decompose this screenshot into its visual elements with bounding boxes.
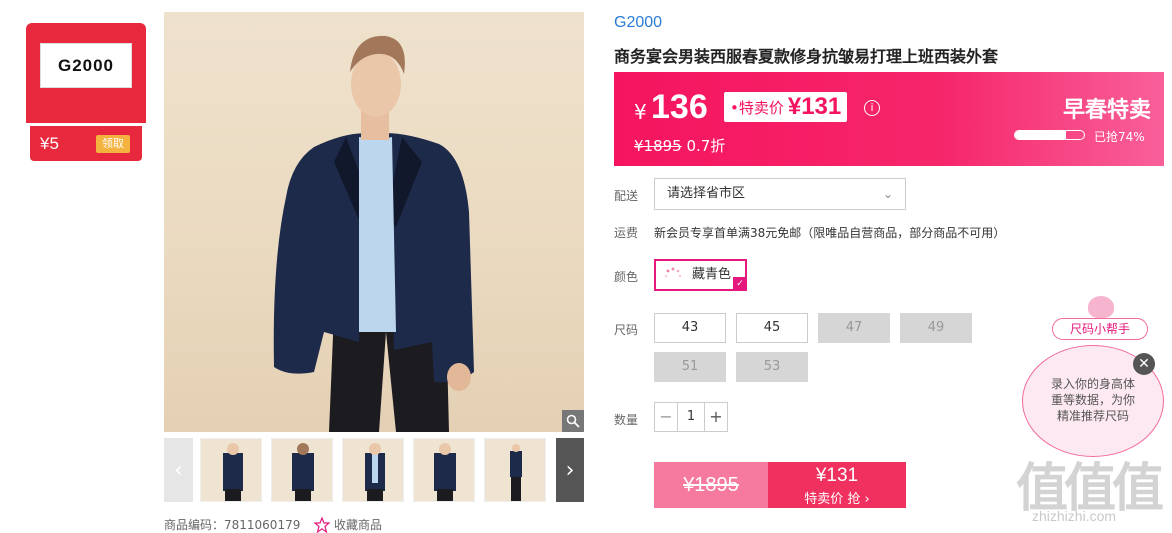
special-price-value: ¥131 bbox=[787, 93, 842, 120]
thumbnail[interactable] bbox=[271, 438, 333, 502]
size-helper-text-line: 精准推荐尺码 bbox=[1056, 409, 1129, 423]
thumbnail-next-button[interactable]: › bbox=[556, 438, 584, 502]
product-code: 商品编码：7811060179 bbox=[164, 518, 301, 532]
thumbnail[interactable] bbox=[484, 438, 546, 502]
color-option-label: 藏青色 bbox=[692, 267, 732, 282]
watermark-url: zhizhizhi.com bbox=[1032, 508, 1117, 524]
chevron-down-icon: ⌄ bbox=[882, 187, 893, 201]
address-placeholder: 请选择省市区 bbox=[667, 186, 746, 201]
thumbnail-image bbox=[365, 443, 385, 501]
original-price: ¥1895 bbox=[634, 137, 682, 155]
thumbnail[interactable] bbox=[413, 438, 475, 502]
buy-label: 特卖价 抢 › bbox=[804, 492, 870, 507]
model-illustration bbox=[273, 35, 474, 432]
size-helper-text-line: 录入你的身高体 bbox=[1050, 377, 1135, 391]
current-price: 136 bbox=[651, 88, 708, 126]
quantity-stepper: − 1 + bbox=[654, 402, 728, 432]
buy-now-button[interactable]: ¥131 特卖价 抢 › bbox=[768, 462, 906, 508]
original-price-line: ¥1895 0.7折 bbox=[634, 135, 725, 156]
size-helper-tag[interactable]: 尺码小帮手 bbox=[1052, 318, 1148, 340]
color-option-selected[interactable]: 藏青色 ✓ bbox=[654, 259, 747, 291]
special-price-label: •特卖价 bbox=[730, 98, 784, 117]
address-select[interactable]: 请选择省市区 ⌄ bbox=[654, 178, 906, 210]
discount-rate: 0.7折 bbox=[686, 137, 726, 155]
zoom-icon[interactable] bbox=[562, 410, 584, 432]
loading-icon bbox=[664, 267, 682, 278]
coupon-header: G2000 bbox=[26, 23, 146, 123]
size-option[interactable]: 45 bbox=[736, 313, 808, 343]
check-icon: ✓ bbox=[733, 277, 747, 291]
coupon-card[interactable]: G2000 ¥5 领取 bbox=[26, 23, 146, 161]
thumbnail-image bbox=[510, 444, 522, 501]
coupon-value: ¥5 bbox=[40, 134, 59, 153]
brand-link[interactable]: G2000 bbox=[614, 14, 662, 32]
main-product-image[interactable] bbox=[164, 12, 584, 432]
thumbnail-image bbox=[223, 443, 243, 501]
original-price-block: ¥1895 bbox=[654, 462, 768, 508]
size-option-disabled: 47 bbox=[818, 313, 890, 343]
coupon-footer: ¥5 领取 bbox=[30, 126, 142, 161]
promo-title: 早春特卖 bbox=[1063, 98, 1152, 123]
size-option-disabled: 49 bbox=[900, 313, 972, 343]
size-label: 尺码 bbox=[614, 323, 639, 337]
product-title: 商务宴会男装西服春夏款修身抗皱易打理上班西装外套 bbox=[614, 47, 999, 66]
thumbnail-image bbox=[434, 443, 456, 501]
size-option-disabled: 53 bbox=[736, 352, 808, 382]
mascot-icon bbox=[1088, 296, 1114, 318]
sold-progress-fill bbox=[1015, 131, 1067, 139]
thumbnail[interactable] bbox=[342, 438, 404, 502]
info-icon[interactable]: i bbox=[864, 100, 880, 116]
price-banner: ¥ 136 •特卖价 ¥131 i ¥1895 0.7折 早春特卖 已抢74% bbox=[614, 72, 1164, 166]
favorite-link[interactable]: 收藏商品 bbox=[314, 516, 382, 533]
size-option[interactable]: 43 bbox=[654, 313, 726, 343]
close-icon[interactable]: ✕ bbox=[1133, 353, 1155, 375]
sold-progress-bar bbox=[1014, 130, 1085, 140]
quantity-plus-button[interactable]: + bbox=[705, 403, 727, 431]
thumbnail-prev-button[interactable]: ‹ bbox=[164, 438, 193, 502]
thumbnail[interactable] bbox=[200, 438, 262, 502]
quantity-label: 数量 bbox=[614, 413, 639, 427]
delivery-label: 配送 bbox=[614, 189, 639, 203]
thumbnail-image bbox=[292, 443, 314, 501]
currency-symbol: ¥ bbox=[634, 100, 647, 124]
sold-percent: 已抢74% bbox=[1094, 130, 1145, 144]
buy-price: ¥131 bbox=[815, 465, 859, 486]
quantity-input[interactable]: 1 bbox=[677, 403, 705, 431]
favorite-label: 收藏商品 bbox=[334, 518, 383, 532]
quantity-minus-button[interactable]: − bbox=[655, 403, 677, 431]
special-price-tag: •特卖价 ¥131 bbox=[724, 92, 848, 122]
shipping-text: 新会员专享首单满38元免邮（限唯品自营商品，部分商品不可用） bbox=[654, 226, 1006, 240]
star-icon bbox=[314, 516, 330, 533]
claim-coupon-button[interactable]: 领取 bbox=[96, 135, 130, 153]
brand-logo: G2000 bbox=[40, 43, 132, 88]
size-helper-text-line: 重等数据，为你 bbox=[1050, 393, 1135, 407]
shipping-label: 运费 bbox=[614, 226, 639, 240]
buy-original-price: ¥1895 bbox=[683, 473, 739, 496]
color-label: 颜色 bbox=[614, 270, 639, 284]
size-option-disabled: 51 bbox=[654, 352, 726, 382]
